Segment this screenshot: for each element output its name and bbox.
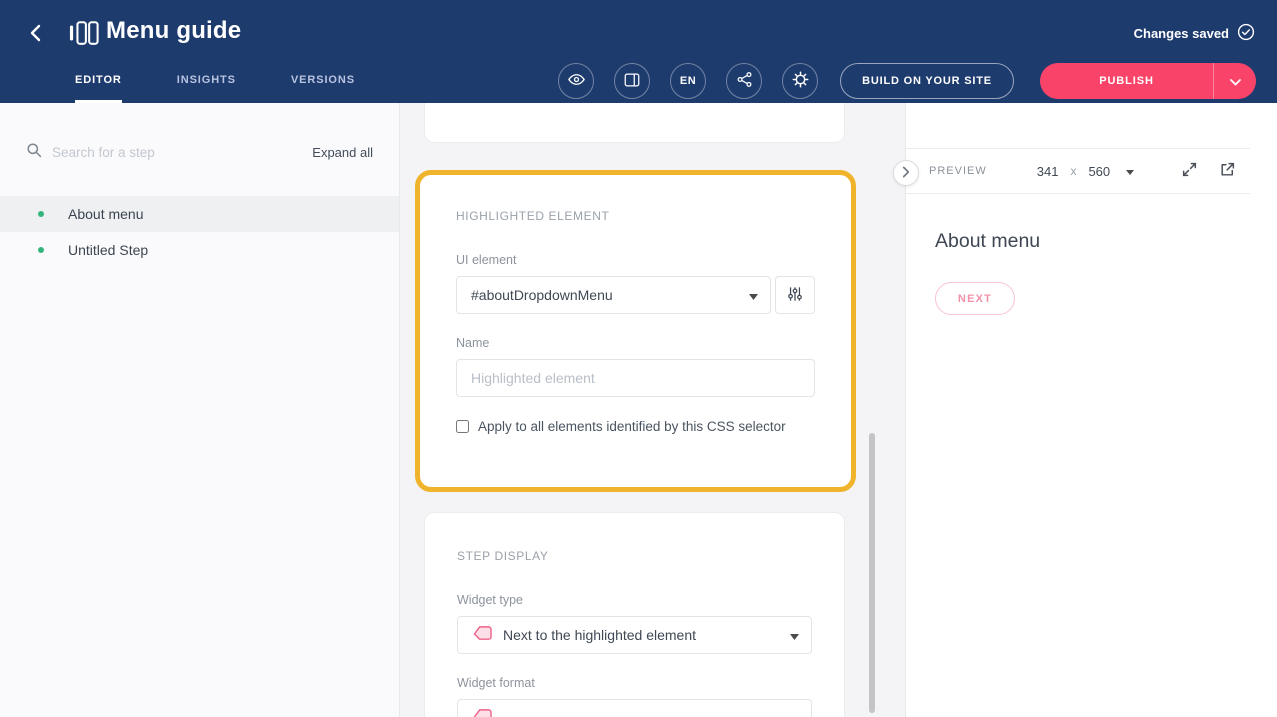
tab-editor[interactable]: EDITOR (75, 74, 122, 103)
check-circle-icon (1237, 23, 1255, 44)
topbar-tabs: EDITOR INSIGHTS VERSIONS (75, 74, 410, 103)
publish-button[interactable]: PUBLISH (1040, 63, 1213, 99)
back-button[interactable] (22, 20, 50, 48)
search-input[interactable] (52, 145, 312, 160)
ui-element-select[interactable]: #aboutDropdownMenu (456, 276, 771, 314)
preview-label: PREVIEW (929, 165, 987, 177)
chevron-down-icon (1126, 162, 1134, 180)
highlighted-element-name-input[interactable] (456, 359, 815, 397)
preview-header-icons (1181, 161, 1250, 181)
tab-versions[interactable]: VERSIONS (291, 74, 355, 103)
layout-panel-icon (623, 71, 641, 92)
preview-panel: PREVIEW 341 x 560 (905, 103, 1277, 717)
step-status-dot (38, 211, 44, 217)
step-list: About menu Untitled Step (0, 196, 399, 268)
step-display-card: STEP DISPLAY Widget type Next to the hig… (424, 512, 845, 717)
topbar: Menu guide Changes saved EDITOR INSIGHTS… (0, 0, 1277, 103)
preview-step-heading: About menu (935, 230, 1277, 253)
apply-to-all-label: Apply to all elements identified by this… (478, 419, 786, 434)
step-search-row: Expand all (0, 133, 399, 171)
workspace: Expand all About menu Untitled Step HIGH… (0, 103, 1277, 717)
app-logo-icon (68, 18, 100, 48)
eye-icon (567, 70, 586, 92)
step-label: About menu (68, 206, 144, 222)
step-editor: HIGHLIGHTED ELEMENT UI element #aboutDro… (400, 103, 905, 717)
fullscreen-button[interactable] (1181, 161, 1198, 181)
widget-tooltip-icon (472, 708, 493, 717)
gear-icon (791, 70, 810, 92)
preview-width: 341 (1037, 164, 1059, 179)
apply-to-all-checkbox[interactable] (456, 420, 469, 433)
section-title: HIGHLIGHTED ELEMENT (456, 209, 815, 223)
step-item-untitled-step[interactable]: Untitled Step (0, 232, 399, 268)
step-label: Untitled Step (68, 242, 148, 258)
editor-scrollbar[interactable] (869, 433, 875, 713)
language-label: EN (680, 75, 696, 87)
build-on-your-site-button[interactable]: BUILD ON YOUR SITE (840, 63, 1014, 99)
preview-content: About menu NEXT (906, 230, 1277, 315)
name-label: Name (456, 336, 815, 350)
widget-type-select[interactable]: Next to the highlighted element (457, 616, 812, 654)
chevron-down-icon (790, 627, 799, 643)
collapse-panel-button[interactable] (893, 160, 919, 186)
preview-next-button[interactable]: NEXT (935, 282, 1015, 315)
tab-insights[interactable]: INSIGHTS (177, 74, 236, 103)
open-in-new-tab-button[interactable] (1219, 161, 1236, 181)
sliders-icon (787, 286, 803, 305)
widget-type-value: Next to the highlighted element (503, 627, 696, 643)
widget-format-label: Widget format (457, 676, 812, 690)
step-status-dot (38, 247, 44, 253)
language-button[interactable]: EN (670, 63, 706, 99)
widget-format-select[interactable] (457, 699, 812, 717)
ui-element-row: #aboutDropdownMenu (456, 276, 815, 314)
chevron-down-icon (1230, 74, 1241, 89)
external-link-icon (1219, 161, 1236, 181)
chevron-down-icon (749, 287, 758, 303)
selector-settings-button[interactable] (775, 276, 815, 314)
publish-dropdown-button[interactable] (1213, 63, 1256, 99)
layout-button[interactable] (614, 63, 650, 99)
highlighted-element-card: HIGHLIGHTED ELEMENT UI element #aboutDro… (415, 170, 856, 492)
expand-all-link[interactable]: Expand all (312, 145, 373, 160)
preview-size-dropdown[interactable]: 341 x 560 (1037, 162, 1134, 180)
publish-button-group: PUBLISH (1040, 63, 1256, 99)
status-changes-saved: Changes saved (1134, 23, 1255, 44)
widget-type-label: Widget type (457, 593, 812, 607)
settings-button[interactable] (782, 63, 818, 99)
search-icon (26, 142, 42, 163)
chevron-left-icon (28, 24, 44, 45)
status-text: Changes saved (1134, 26, 1229, 41)
expand-arrows-icon (1181, 161, 1198, 181)
previous-settings-card (424, 103, 845, 143)
steps-sidebar: Expand all About menu Untitled Step (0, 103, 400, 717)
section-title: STEP DISPLAY (457, 549, 812, 563)
step-item-about-menu[interactable]: About menu (0, 196, 399, 232)
share-icon (736, 71, 753, 91)
preview-eye-button[interactable] (558, 63, 594, 99)
topbar-actions: EN (558, 63, 1256, 99)
ui-element-label: UI element (456, 253, 815, 267)
size-separator: x (1070, 164, 1076, 178)
chevron-right-icon (901, 166, 911, 181)
apply-to-all-row: Apply to all elements identified by this… (456, 419, 815, 434)
widget-tooltip-icon (472, 625, 493, 646)
page-title: Menu guide (106, 17, 241, 45)
preview-height: 560 (1088, 164, 1110, 179)
ui-element-value: #aboutDropdownMenu (471, 287, 613, 303)
preview-header: PREVIEW 341 x 560 (906, 148, 1250, 194)
share-button[interactable] (726, 63, 762, 99)
